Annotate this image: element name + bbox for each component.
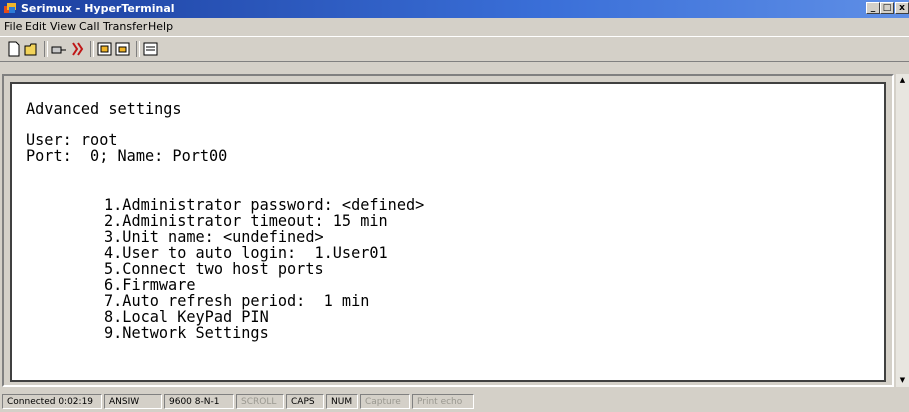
status-caps: CAPS xyxy=(286,394,324,409)
vertical-scrollbar[interactable]: ▲ ▼ xyxy=(896,74,909,387)
menu-transfer[interactable]: Transfer xyxy=(103,20,147,33)
title-bar: Serimux - HyperTerminal _ □ x xyxy=(0,0,909,18)
status-bar: Connected 0:02:19 ANSIW 9600 8-N-1 SCROL… xyxy=(0,391,909,412)
menu-help[interactable]: Help xyxy=(148,20,173,33)
status-emulation: ANSIW xyxy=(104,394,162,409)
call-icon[interactable] xyxy=(68,40,86,58)
disconnect-icon[interactable] xyxy=(50,40,68,58)
menu-view[interactable]: View xyxy=(50,20,76,33)
open-icon[interactable] xyxy=(23,40,41,58)
menu-call[interactable]: Call xyxy=(79,20,100,33)
terminal-port-line: Port: 0; Name: Port00 xyxy=(26,146,228,165)
status-port-settings: 9600 8-N-1 xyxy=(164,394,234,409)
terminal-screen[interactable]: Advanced settings User: root Port: 0; Na… xyxy=(10,82,886,382)
send-icon[interactable] xyxy=(96,40,114,58)
window-title: Serimux - HyperTerminal xyxy=(21,2,175,15)
toolbar xyxy=(0,36,909,62)
status-num: NUM xyxy=(326,394,358,409)
terminal-frame: Advanced settings User: root Port: 0; Na… xyxy=(2,74,894,387)
scroll-down-arrow-icon[interactable]: ▼ xyxy=(896,374,909,387)
receive-icon[interactable] xyxy=(114,40,132,58)
maximize-button[interactable]: □ xyxy=(880,2,894,14)
menu-file[interactable]: File xyxy=(4,20,22,33)
scroll-up-arrow-icon[interactable]: ▲ xyxy=(896,74,909,87)
status-capture: Capture xyxy=(360,394,410,409)
menu-edit[interactable]: Edit xyxy=(25,20,46,33)
new-icon[interactable] xyxy=(5,40,23,58)
status-print-echo: Print echo xyxy=(412,394,474,409)
status-scroll: SCROLL xyxy=(236,394,284,409)
minimize-button[interactable]: _ xyxy=(866,2,880,14)
close-button[interactable]: x xyxy=(895,2,909,14)
hyperterminal-app-icon xyxy=(4,3,16,13)
terminal-heading: Advanced settings xyxy=(26,99,182,118)
menu-option: 9.Network Settings xyxy=(104,323,269,342)
properties-icon[interactable] xyxy=(142,40,160,58)
toolbar-separator xyxy=(136,41,140,57)
status-connected-time: Connected 0:02:19 xyxy=(2,394,102,409)
menu-bar: File Edit View Call Transfer Help xyxy=(0,18,909,34)
toolbar-separator xyxy=(90,41,94,57)
toolbar-separator xyxy=(44,41,48,57)
